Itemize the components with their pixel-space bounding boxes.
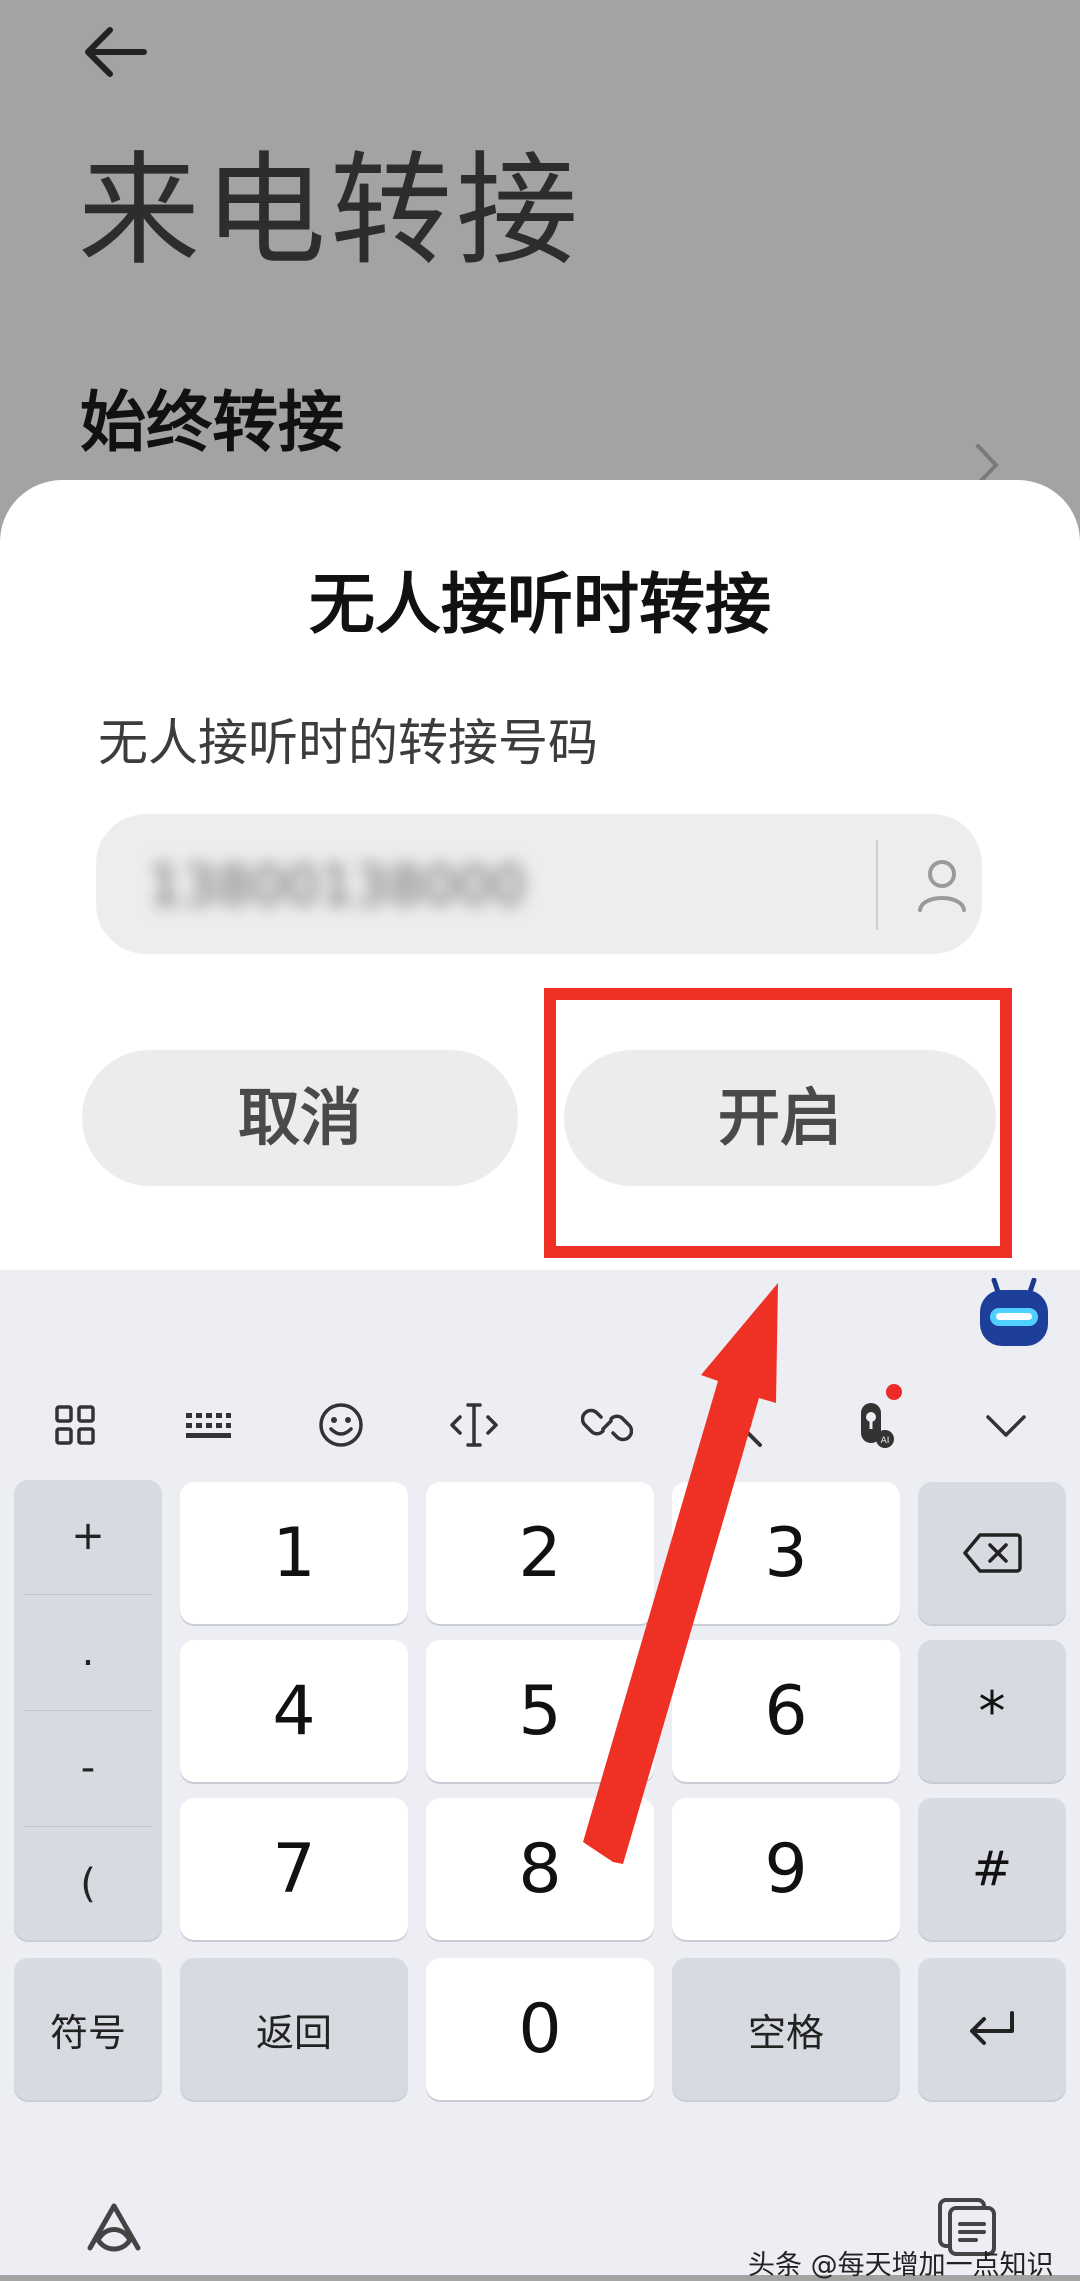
mic-icon[interactable]: AI: [818, 1370, 928, 1480]
keyboard-icon[interactable]: [153, 1370, 263, 1480]
forward-number-input[interactable]: [146, 844, 670, 926]
key-hash[interactable]: #: [918, 1798, 1066, 1940]
clipboard-icon[interactable]: [934, 2196, 1000, 2258]
key-7[interactable]: 7: [180, 1798, 408, 1940]
grid-icon[interactable]: [20, 1370, 130, 1480]
enter-key[interactable]: [918, 1958, 1066, 2100]
key-0[interactable]: 0: [426, 1958, 654, 2100]
key-minus[interactable]: -: [14, 1712, 162, 1824]
dialog-title: 无人接听时转接: [309, 566, 771, 643]
divider: [24, 1594, 152, 1595]
key-paren[interactable]: (: [14, 1828, 162, 1940]
person-icon[interactable]: [908, 850, 976, 918]
field-label: 无人接听时的转接号码: [98, 714, 598, 772]
key-plus[interactable]: +: [14, 1480, 162, 1592]
field-divider: [876, 840, 878, 930]
key-2[interactable]: 2: [426, 1482, 654, 1624]
key-1[interactable]: 1: [180, 1482, 408, 1624]
page-title: 来电转接: [78, 140, 582, 282]
mascot-icon[interactable]: [976, 1278, 1052, 1350]
key-8[interactable]: 8: [426, 1798, 654, 1940]
key-4[interactable]: 4: [180, 1640, 408, 1782]
backspace-icon: [963, 1533, 1022, 1573]
search-icon[interactable]: [685, 1370, 795, 1480]
notification-dot: [886, 1384, 902, 1400]
divider: [24, 1710, 152, 1711]
collapse-icon[interactable]: [951, 1370, 1061, 1480]
key-9[interactable]: 9: [672, 1798, 900, 1940]
space-key[interactable]: 空格: [672, 1958, 900, 2100]
cursor-icon[interactable]: [419, 1370, 529, 1480]
symbols-key[interactable]: 符号: [14, 1958, 162, 2100]
highlight-box: [544, 988, 1012, 1258]
enter-icon: [970, 2011, 1014, 2045]
key-asterisk[interactable]: *: [918, 1640, 1066, 1782]
symbol-column: + . - (: [14, 1480, 162, 1940]
keyboard-top-bar: [0, 1270, 1080, 1350]
forward-number-field: [96, 814, 982, 954]
link-icon[interactable]: [552, 1370, 662, 1480]
key-6[interactable]: 6: [672, 1640, 900, 1782]
key-5[interactable]: 5: [426, 1640, 654, 1782]
keyboard-brand-icon[interactable]: [84, 2200, 144, 2256]
settings-page: 来电转接 始终转接: [0, 0, 1080, 520]
setting-item-always-forward[interactable]: 始终转接: [80, 390, 344, 456]
keyboard-toolbar: AI: [0, 1370, 1080, 1480]
numeric-keyboard: AI + . - ( 1 2 3 4 5 6 7 8 9 * # 符号 返回 0…: [0, 1270, 1080, 2275]
key-dot[interactable]: .: [14, 1596, 162, 1708]
key-3[interactable]: 3: [672, 1482, 900, 1624]
emoji-icon[interactable]: [286, 1370, 396, 1480]
backspace-key[interactable]: [918, 1482, 1066, 1624]
svg-text:AI: AI: [881, 1436, 890, 1446]
arrow-left-icon[interactable]: [80, 22, 150, 82]
return-key[interactable]: 返回: [180, 1958, 408, 2100]
cancel-button[interactable]: 取消: [82, 1050, 518, 1186]
divider: [24, 1826, 152, 1827]
